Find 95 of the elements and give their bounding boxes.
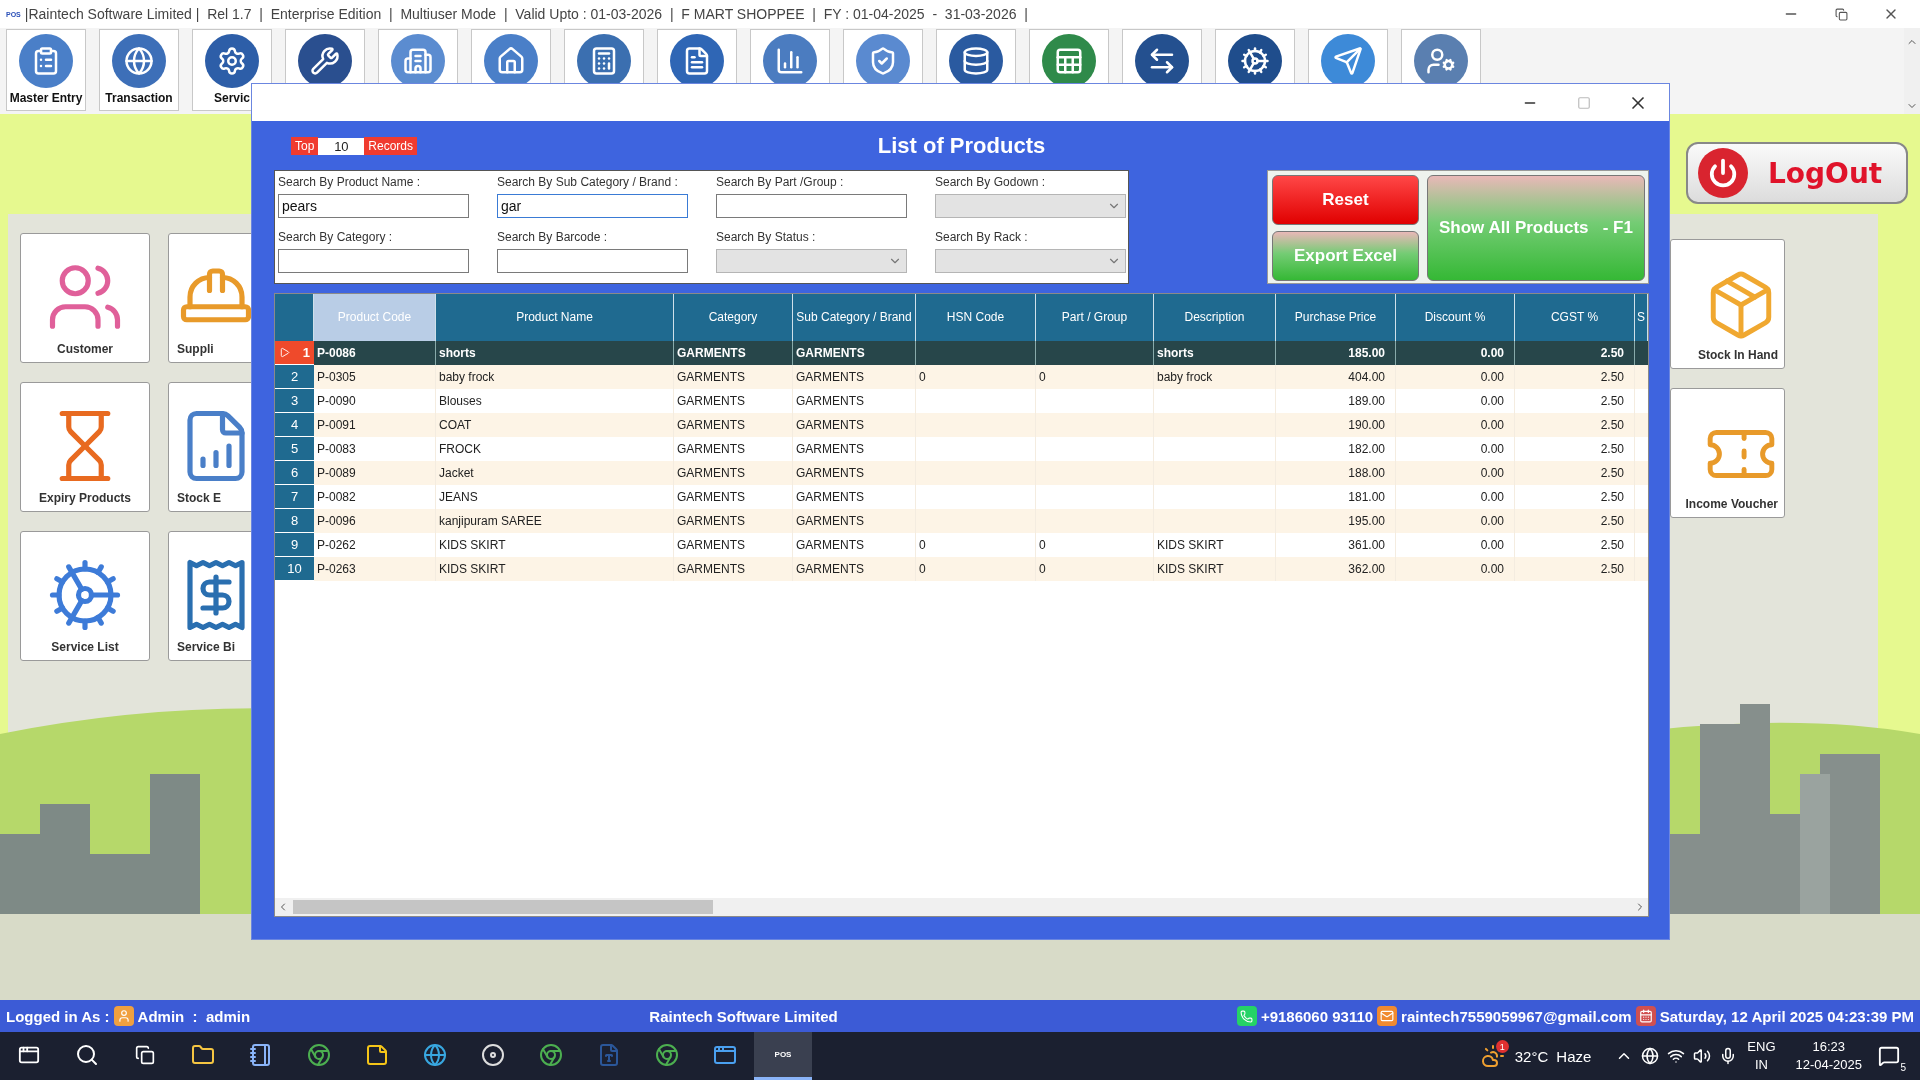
menu-tile[interactable]: Expiry Products: [20, 382, 150, 512]
menu-tile[interactable]: Service Bi: [168, 531, 251, 661]
notification-count: 5: [1900, 1062, 1906, 1073]
menu-tile[interactable]: Stock E: [168, 382, 251, 512]
row-number: 8: [275, 509, 314, 533]
taskbar-app[interactable]: POS: [754, 1032, 812, 1080]
search-field[interactable]: [497, 249, 688, 273]
temperature: 32°C: [1514, 1047, 1549, 1065]
alert-badge: 1: [1495, 1040, 1509, 1053]
envelope-icon: [1377, 1006, 1398, 1026]
menu-tile[interactable]: Income Voucher: [1670, 388, 1785, 518]
row-number: 7: [275, 485, 314, 509]
weather-text: Haze: [1556, 1047, 1592, 1065]
menu-tile[interactable]: Suppli: [168, 233, 251, 363]
gear-icon: [205, 34, 259, 88]
document-icon: [597, 1042, 621, 1067]
phone-number: +9186060 93110: [1260, 1007, 1374, 1025]
browser-icon: [655, 1042, 679, 1067]
table-cell: GARMENTS: [674, 557, 793, 581]
email-address: raintech7559059967@gmail.com: [1401, 1007, 1632, 1025]
search-field[interactable]: pears: [278, 194, 469, 218]
row-number: 4: [275, 413, 314, 437]
table-cell: GARMENTS: [793, 557, 916, 581]
language[interactable]: ENG: [1747, 1038, 1776, 1056]
row-number: 6: [275, 461, 314, 485]
row-number: 1: [275, 341, 314, 365]
table-cell: 0: [916, 557, 1036, 581]
field-label: Search By Category :: [278, 230, 394, 244]
table-cell: 0: [1036, 557, 1154, 581]
globe-icon: [112, 34, 166, 88]
search-icon: [75, 1042, 99, 1067]
table-cell: 2.50: [1515, 557, 1635, 581]
row-number: 2: [275, 365, 314, 389]
table-row[interactable]: 6 P-0089 Jacket GARMENTS GARMENTS 188.00 0.00 2.50: [275, 461, 1648, 485]
table-cell: KIDS SKIRT: [1154, 557, 1276, 581]
logged-in-label: Logged in As :: [6, 1007, 110, 1025]
record-count-field[interactable]: 10: [318, 137, 365, 155]
menu-tile[interactable]: Service List: [20, 531, 150, 661]
field-label: Search By Sub Category / Brand :: [497, 175, 679, 189]
browser-icon: [539, 1042, 563, 1067]
top-label: Top: [291, 137, 319, 155]
clock-time[interactable]: 16:23: [1812, 1038, 1845, 1056]
row-number: 5: [275, 437, 314, 461]
window-title: |Raintech Software Limited | Rel 1.7 | Enterprise Edition | Multiuser Mode | Valid Upto : 01-03-2026 | F MART SHOPPEE | FY : 01-04-2025 - 31-03-2026 |: [24, 6, 1029, 22]
company-name: Raintech Software Limited: [649, 1007, 838, 1025]
table-row[interactable]: 2 P-0305 baby frock GARMENTS GARMENTS 0 0 baby frock 404.00 0.00 2.50: [275, 365, 1648, 389]
row-number: 9: [275, 533, 314, 557]
field-label: Search By Godown :: [935, 175, 1047, 189]
table-row[interactable]: 10 P-0263 KIDS SKIRT GARMENTS GARMENTS 0 0 KIDS SKIRT 362.00 0.00 2.50: [275, 557, 1648, 581]
speaker-icon[interactable]: [1693, 1047, 1712, 1065]
table-row[interactable]: 1 P-0086 shorts GARMENTS GARMENTS shorts 185.00 0.00 2.50: [275, 341, 1648, 365]
task-view-icon: [135, 1044, 155, 1065]
menu-tile[interactable]: Stock In Hand: [1670, 239, 1785, 369]
sticky-note-icon: [365, 1042, 389, 1067]
wifi-icon[interactable]: [1667, 1047, 1686, 1065]
table-row[interactable]: 8 P-0096 kanjipuram SAREE GARMENTS GARMENTS 195.00 0.00 2.50: [275, 509, 1648, 533]
toolbar-button[interactable]: Servic: [192, 29, 272, 111]
table-cell: KIDS SKIRT: [436, 557, 674, 581]
logout-button[interactable]: LogOut: [1686, 142, 1908, 204]
calendar-icon: [1635, 1006, 1656, 1026]
date-time: Saturday, 12 April 2025 04:23:39 PM: [1659, 1007, 1914, 1025]
dialog-title: List of Products: [877, 133, 1046, 159]
toolbar-button[interactable]: Master Entry: [6, 29, 86, 111]
folder-icon: [191, 1042, 215, 1067]
power-icon: [1698, 148, 1748, 198]
user-icon: [113, 1006, 134, 1026]
user-name: Admin : admin: [137, 1007, 251, 1025]
field-label: Search By Rack :: [935, 230, 1029, 244]
reset-button[interactable]: Reset: [1272, 175, 1419, 225]
table-cell: 0.00: [1396, 557, 1515, 581]
search-field[interactable]: [278, 249, 469, 273]
table-cell: 362.00: [1276, 557, 1396, 581]
clipboard-icon: [19, 34, 73, 88]
play-icon: [279, 347, 290, 358]
table-cell: P-0263: [314, 557, 436, 581]
menu-tile[interactable]: Customer: [20, 233, 150, 363]
field-label: Search By Part /Group :: [716, 175, 845, 189]
globe-icon: [423, 1042, 447, 1067]
phone-icon: [1236, 1006, 1257, 1026]
row-number: 3: [275, 389, 314, 413]
table-row[interactable]: 4 P-0091 COAT GARMENTS GARMENTS 190.00 0.00 2.50: [275, 413, 1648, 437]
records-label: Records: [364, 137, 418, 155]
search-field[interactable]: gar: [497, 194, 688, 218]
toolbar-button[interactable]: Transaction: [99, 29, 179, 111]
field-label: Search By Barcode :: [497, 230, 609, 244]
field-label: Search By Product Name :: [278, 175, 422, 189]
region[interactable]: IN: [1754, 1056, 1768, 1074]
browser-icon: [307, 1042, 331, 1067]
globe-icon[interactable]: [1641, 1047, 1660, 1065]
clock-date[interactable]: 12-04-2025: [1795, 1056, 1862, 1074]
search-field[interactable]: [716, 194, 907, 218]
field-label: Search By Status :: [716, 230, 817, 244]
disc-icon: [481, 1042, 505, 1067]
row-number: 10: [275, 557, 314, 581]
notebook-icon: [249, 1042, 273, 1067]
